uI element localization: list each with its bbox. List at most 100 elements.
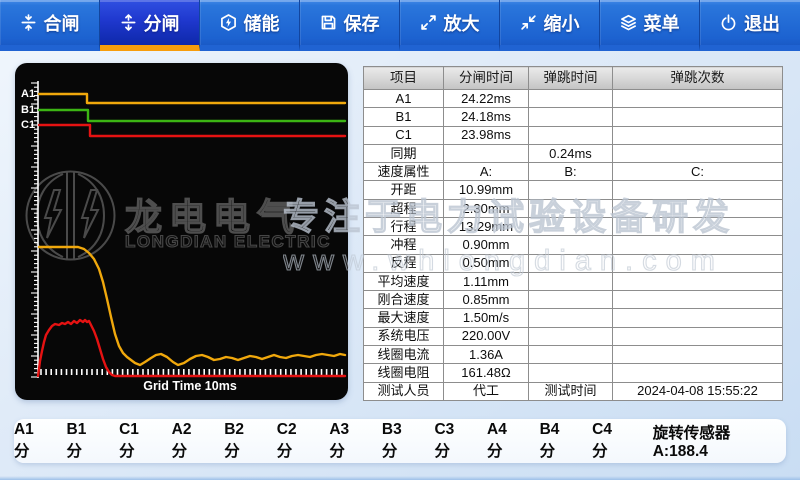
- value-cell: 1.11mm: [444, 272, 529, 290]
- column-header: 弹跳时间: [529, 67, 613, 90]
- breaker-close-icon: [20, 14, 37, 31]
- tab-save[interactable]: 保存: [300, 0, 400, 51]
- value-cell: [529, 272, 613, 290]
- value-cell: 代工: [444, 382, 529, 401]
- tab-label: 退出: [744, 10, 780, 36]
- value-cell: 测试时间: [529, 382, 613, 401]
- tab-label: 合闸: [44, 10, 80, 36]
- value-cell: 2024-04-08 15:55:22: [613, 382, 783, 401]
- tab-energy-storage[interactable]: 储能: [200, 0, 300, 51]
- tab-zoom-out[interactable]: 缩小: [500, 0, 600, 51]
- tab-zoom-in[interactable]: 放大: [400, 0, 500, 51]
- phase-status-item: A1 分: [14, 421, 53, 461]
- tab-close-breaker[interactable]: 合闸: [0, 0, 100, 51]
- value-cell: [613, 108, 783, 126]
- phase-status-item: A2 分: [172, 421, 211, 461]
- column-header: 分闸时间: [444, 67, 529, 90]
- value-cell: 24.18ms: [444, 108, 529, 126]
- tab-label: 分闸: [144, 10, 180, 36]
- tab-label: 放大: [444, 10, 480, 36]
- row-label-cell: 行程: [364, 217, 444, 235]
- row-label-cell: A1: [364, 90, 444, 108]
- table-row: 冲程0.90mm: [364, 236, 783, 254]
- value-cell: [613, 272, 783, 290]
- tab-open-breaker[interactable]: 分闸: [100, 0, 200, 51]
- phase-status-item: C4 分: [592, 421, 631, 461]
- value-cell: [613, 345, 783, 363]
- value-cell: [529, 309, 613, 327]
- table-row: 开距10.99mm: [364, 181, 783, 199]
- trace-phase-C1-contact: [39, 125, 345, 136]
- row-label-cell: 反程: [364, 254, 444, 272]
- grid-time-label: Grid Time 10ms: [40, 379, 340, 393]
- value-cell: [529, 345, 613, 363]
- tab-label: 保存: [344, 10, 380, 36]
- value-cell: 0.90mm: [444, 236, 529, 254]
- value-cell: [613, 181, 783, 199]
- value-cell: [529, 108, 613, 126]
- row-label-cell: B1: [364, 108, 444, 126]
- value-cell: 2.30mm: [444, 199, 529, 217]
- zoom-in-icon: [420, 14, 437, 31]
- table-row: A124.22ms: [364, 90, 783, 108]
- value-cell: [613, 236, 783, 254]
- table-row: 最大速度1.50m/s: [364, 309, 783, 327]
- row-label-cell: 最大速度: [364, 309, 444, 327]
- trace-phase-A1-contact: [39, 94, 345, 103]
- value-cell: 1.50m/s: [444, 309, 529, 327]
- row-label-cell: 线圈电流: [364, 345, 444, 363]
- energy-icon: [220, 14, 237, 31]
- value-cell: [529, 236, 613, 254]
- row-label-cell: 同期: [364, 144, 444, 162]
- value-cell: [613, 309, 783, 327]
- phase-status-item: B4 分: [540, 421, 579, 461]
- value-cell: [529, 327, 613, 345]
- value-cell: 23.98ms: [444, 126, 529, 144]
- exit-icon: [720, 14, 737, 31]
- row-label-cell: 测试人员: [364, 382, 444, 401]
- value-cell: 13.29mm: [444, 217, 529, 235]
- value-cell: C:: [613, 163, 783, 181]
- value-cell: [613, 144, 783, 162]
- table-row: 线圈电流1.36A: [364, 345, 783, 363]
- value-cell: [613, 90, 783, 108]
- value-cell: [613, 199, 783, 217]
- table-row: 刚合速度0.85mm: [364, 291, 783, 309]
- value-cell: [529, 181, 613, 199]
- value-cell: 24.22ms: [444, 90, 529, 108]
- results-table: 项目分闸时间弹跳时间弹跳次数A124.22msB124.18msC123.98m…: [363, 66, 783, 401]
- menu-icon: [620, 14, 637, 31]
- value-cell: [613, 254, 783, 272]
- phase-trace-label: C1: [21, 118, 35, 132]
- table-row: 速度属性A:B:C:: [364, 163, 783, 181]
- row-label-cell: 超程: [364, 199, 444, 217]
- table-row: 系统电压220.00V: [364, 327, 783, 345]
- tab-menu[interactable]: 菜单: [600, 0, 700, 51]
- table-row: 测试人员代工测试时间2024-04-08 15:55:22: [364, 382, 783, 401]
- value-cell: [613, 126, 783, 144]
- value-cell: [613, 327, 783, 345]
- value-cell: 10.99mm: [444, 181, 529, 199]
- table-row: B124.18ms: [364, 108, 783, 126]
- value-cell: [613, 217, 783, 235]
- value-cell: [529, 217, 613, 235]
- phase-status-item: C1 分: [119, 421, 158, 461]
- value-cell: [613, 291, 783, 309]
- phase-status-item: C3 分: [434, 421, 473, 461]
- column-header: 项目: [364, 67, 444, 90]
- table-row: 线圈电阻161.48Ω: [364, 364, 783, 382]
- table-row: 行程13.29mm: [364, 217, 783, 235]
- phase-status-item: B3 分: [382, 421, 421, 461]
- row-label-cell: 系统电压: [364, 327, 444, 345]
- save-icon: [320, 14, 337, 31]
- value-cell: B:: [529, 163, 613, 181]
- phase-trace-label: B1: [21, 103, 35, 117]
- table-row: 反程0.50mm: [364, 254, 783, 272]
- column-header: 弹跳次数: [613, 67, 783, 90]
- tab-exit[interactable]: 退出: [700, 0, 800, 51]
- row-label-cell: 冲程: [364, 236, 444, 254]
- value-cell: [529, 364, 613, 382]
- tab-label: 菜单: [644, 10, 680, 36]
- tab-label: 缩小: [544, 10, 580, 36]
- value-cell: [529, 254, 613, 272]
